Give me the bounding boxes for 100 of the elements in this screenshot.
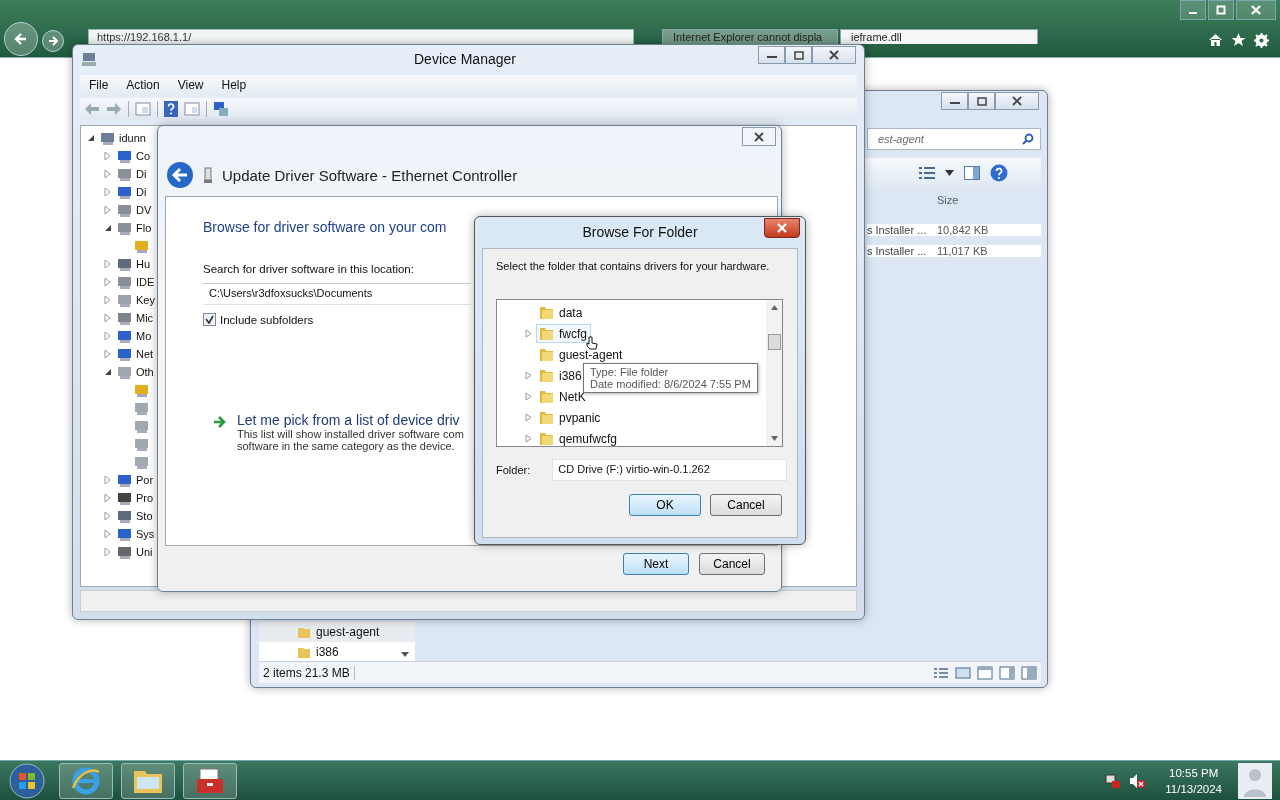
expand-arrow-icon[interactable] — [525, 434, 532, 443]
checkbox[interactable] — [203, 313, 216, 326]
back-button[interactable] — [166, 161, 194, 189]
browser-icon[interactable] — [71, 766, 101, 796]
expand-arrow-icon[interactable] — [104, 548, 112, 556]
folder-item[interactable]: data — [536, 303, 587, 322]
forward-button[interactable] — [42, 30, 64, 52]
nav-folder-item[interactable]: i386 — [259, 642, 415, 662]
pane-layout-icon[interactable] — [999, 665, 1015, 680]
close-button[interactable] — [742, 127, 776, 146]
expand-arrow-icon[interactable] — [525, 413, 532, 422]
menu-item[interactable]: View — [168, 78, 213, 92]
device-category[interactable]: Sto — [136, 510, 153, 522]
expand-arrow-icon[interactable] — [104, 530, 112, 538]
device-category[interactable]: Mo — [136, 330, 152, 342]
expand-arrow-icon[interactable] — [104, 296, 112, 304]
star-icon[interactable] — [1231, 33, 1246, 47]
expand-arrow-icon[interactable] — [104, 350, 112, 358]
settings-icon[interactable] — [1254, 33, 1269, 48]
help-icon[interactable] — [164, 101, 178, 117]
folder-item[interactable]: i386 — [536, 366, 586, 385]
folder-item[interactable]: qemufwcfg — [536, 429, 622, 448]
view-list-icon[interactable] — [919, 167, 935, 179]
nav-folder-item[interactable]: guest-agent — [259, 622, 415, 642]
browser-tab[interactable]: ieframe.dll — [840, 29, 1038, 44]
expand-arrow-icon[interactable] — [104, 170, 112, 178]
collapse-arrow-icon[interactable] — [104, 224, 112, 232]
collapse-arrow-icon[interactable] — [87, 134, 95, 142]
folder-item[interactable]: NetK — [536, 387, 590, 406]
expand-arrow-icon[interactable] — [104, 260, 112, 268]
folder-item[interactable]: guest-agent — [536, 345, 627, 364]
device-category[interactable]: DV — [136, 204, 152, 216]
checkbox-label[interactable]: Include subfolders — [220, 313, 314, 326]
folder-field[interactable]: CD Drive (F:) virtio-win-0.1.262 — [552, 459, 788, 481]
device-category[interactable]: Co — [136, 150, 151, 162]
folder-item[interactable]: pvpanic — [536, 408, 605, 427]
expand-arrow-icon[interactable] — [104, 332, 112, 340]
start-button[interactable] — [9, 763, 45, 799]
close-button[interactable] — [764, 218, 800, 238]
expand-arrow-icon[interactable] — [104, 314, 112, 322]
caret-icon[interactable] — [945, 170, 954, 176]
device-category[interactable]: Di — [136, 186, 147, 198]
clock[interactable]: 10:55 PM 11/13/2024 — [1153, 765, 1230, 797]
next-button[interactable]: Next — [623, 553, 689, 575]
expand-arrow-icon[interactable] — [104, 152, 112, 160]
toolbox-icon[interactable] — [195, 767, 225, 795]
maximize-icon[interactable] — [976, 96, 987, 106]
menu-item[interactable]: Help — [212, 78, 256, 92]
device-category[interactable]: idunn — [119, 132, 146, 144]
maximize-button[interactable] — [1208, 0, 1234, 20]
device-category[interactable]: Net — [136, 348, 154, 360]
collapse-arrow-icon[interactable] — [104, 368, 112, 376]
back-arrow-icon[interactable] — [84, 102, 100, 116]
ok-button[interactable]: OK — [629, 494, 701, 516]
back-button[interactable] — [4, 22, 38, 56]
expand-arrow-icon[interactable] — [104, 188, 112, 196]
location-field[interactable]: C:\Users\r3dfoxsucks\Documents — [203, 283, 471, 305]
volume-muted-icon[interactable] — [1129, 773, 1146, 789]
device-category[interactable]: Key — [136, 294, 155, 306]
close-icon[interactable] — [753, 131, 765, 142]
details-view-icon[interactable] — [933, 665, 949, 680]
scan-hardware-icon[interactable] — [213, 101, 229, 117]
device-category[interactable]: Uni — [136, 546, 153, 558]
minimize-button[interactable] — [758, 46, 785, 64]
forward-arrow-icon[interactable] — [48, 36, 58, 46]
device-category[interactable]: Sys — [136, 528, 155, 540]
scroll-thumb[interactable] — [767, 334, 781, 350]
pane-layout-icon[interactable] — [1021, 665, 1037, 680]
search-field[interactable]: est-agent — [867, 128, 1041, 150]
thumbnail-view-icon[interactable] — [955, 665, 971, 680]
close-icon[interactable] — [1011, 96, 1023, 106]
maximize-icon[interactable] — [793, 50, 804, 60]
preview-pane-icon[interactable] — [964, 166, 980, 180]
forward-arrow-icon[interactable] — [106, 102, 122, 116]
back-arrow-icon[interactable] — [14, 32, 28, 46]
network-warning-icon[interactable] — [1105, 773, 1122, 789]
close-button[interactable] — [812, 46, 856, 64]
device-category[interactable]: Por — [136, 474, 154, 486]
expand-arrow-icon[interactable] — [104, 494, 112, 502]
browser-taskbar-button[interactable] — [59, 763, 113, 799]
scroll-up-icon[interactable] — [770, 305, 778, 310]
pane-layout-icon[interactable] — [977, 665, 993, 680]
device-category[interactable]: Flo — [136, 222, 152, 234]
expand-arrow-icon[interactable] — [525, 329, 532, 338]
expand-arrow-icon[interactable] — [525, 392, 532, 401]
expand-arrow-icon[interactable] — [525, 371, 532, 380]
help-icon[interactable] — [990, 164, 1008, 182]
expand-arrow-icon[interactable] — [104, 278, 112, 286]
device-category[interactable]: Di — [136, 168, 147, 180]
maximize-button[interactable] — [968, 92, 995, 110]
close-icon[interactable] — [828, 50, 840, 60]
folder-item[interactable]: fwcfg — [536, 324, 591, 343]
device-category[interactable]: Oth — [136, 366, 154, 378]
folder-taskbar-button[interactable] — [121, 763, 175, 799]
expand-arrow-icon[interactable] — [104, 476, 112, 484]
pick-driver-link[interactable]: Let me pick from a list of device driv — [237, 412, 460, 428]
expand-arrow-icon[interactable] — [104, 512, 112, 520]
scroll-down-icon[interactable] — [401, 652, 409, 657]
menu-item[interactable]: File — [80, 78, 118, 92]
maximize-button[interactable] — [785, 46, 812, 64]
